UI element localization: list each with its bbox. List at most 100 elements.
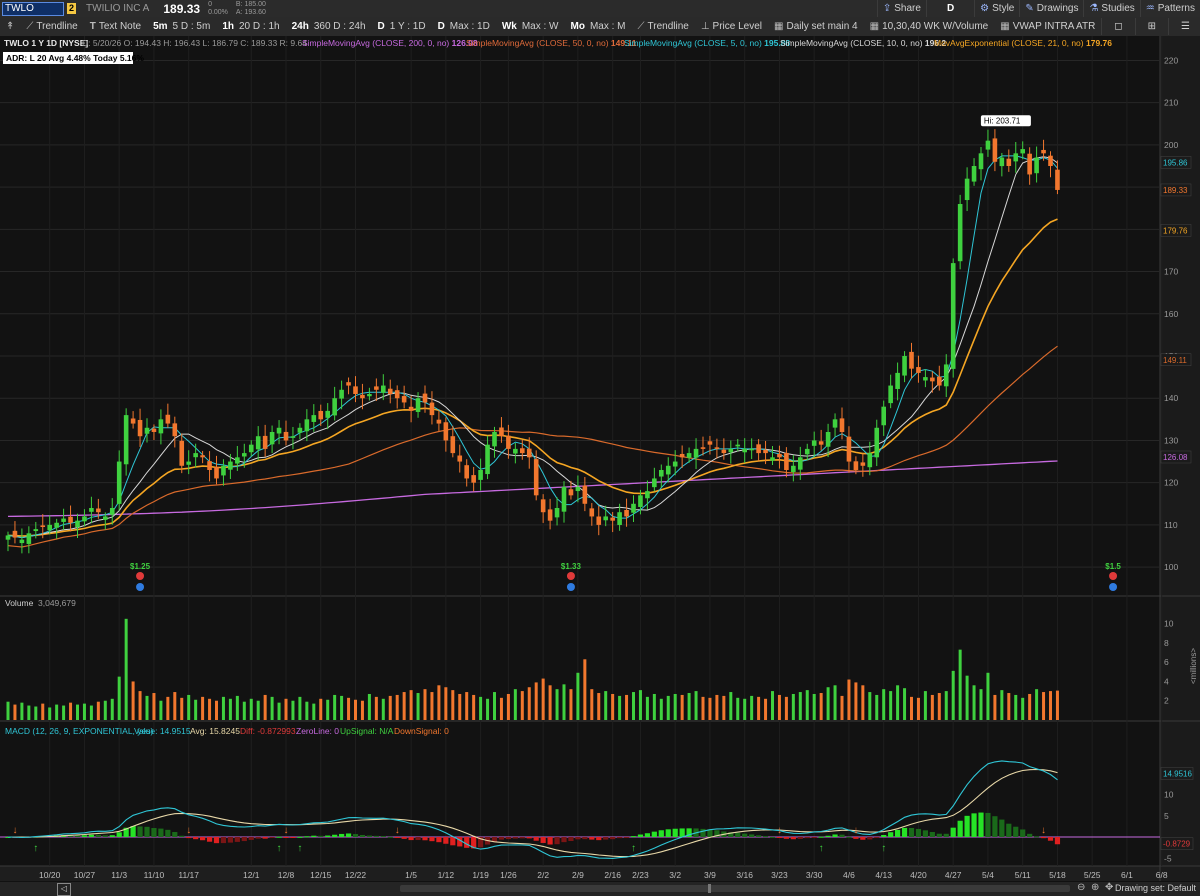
zoom-out-icon[interactable]: ⊖ bbox=[1077, 882, 1085, 893]
scrollbar-thumb[interactable] bbox=[708, 884, 711, 893]
dividend-marker-icon[interactable] bbox=[136, 583, 145, 591]
symbol-input[interactable]: TWLO bbox=[2, 1, 64, 16]
macd-histogram-bar bbox=[137, 826, 143, 837]
macd-histogram-bar bbox=[804, 837, 810, 839]
trendline-tool-2[interactable]: ⟋ Trendline bbox=[632, 21, 695, 32]
volume-bar bbox=[847, 679, 851, 720]
candle-body bbox=[714, 447, 720, 449]
study-sma200-label[interactable]: SimpleMovingAvg (CLOSE, 200, 0, no) 126.… bbox=[302, 38, 478, 48]
date-tick-label: 3/2 bbox=[669, 870, 681, 880]
candle-body bbox=[1041, 149, 1046, 154]
settings-button[interactable]: ☰ bbox=[1168, 18, 1200, 35]
candle-body bbox=[867, 453, 873, 468]
date-tick-label: 3/23 bbox=[771, 870, 788, 880]
price-level-tool[interactable]: ⊥ Price Level bbox=[695, 21, 768, 32]
square-icon: ◻ bbox=[1114, 21, 1123, 32]
text-note-tool[interactable]: T Text Note bbox=[84, 21, 147, 32]
volume-bar bbox=[499, 697, 503, 720]
chevron-left-icon: ◁ bbox=[60, 884, 68, 893]
macd-histogram-bar bbox=[783, 837, 789, 839]
vwap-button[interactable]: ▦ VWAP INTRA ATR bbox=[994, 21, 1101, 32]
candle-body bbox=[492, 432, 497, 447]
earnings-marker-icon[interactable] bbox=[566, 572, 575, 580]
macd-histogram-bar bbox=[255, 837, 261, 839]
patterns-button[interactable]: ♒ Patterns bbox=[1139, 0, 1200, 17]
study-sma50-label[interactable]: SimpleMovingAvg (CLOSE, 50, 0, no) 149.1… bbox=[466, 38, 637, 48]
study-sma5-label[interactable]: SimpleMovingAvg (CLOSE, 5, 0, no) 195.86 bbox=[624, 38, 790, 48]
macd-histogram-bar bbox=[658, 830, 664, 837]
chart-area[interactable]: ↓↑↓↑↓↑↓↑↓↑↓↑↓ 22021020019018017016015014… bbox=[0, 36, 1200, 882]
date-tick-label: 5/4 bbox=[982, 870, 994, 880]
volume-bar bbox=[562, 684, 566, 720]
down-arrow-icon: ↓ bbox=[1041, 825, 1046, 836]
macd-histogram-bar bbox=[248, 837, 254, 840]
macd-histogram-bar bbox=[915, 828, 922, 837]
timeframe-max-w[interactable]: Wk Max : W bbox=[496, 21, 565, 32]
timeframe-max-1d[interactable]: D Max : 1D bbox=[432, 21, 496, 32]
macd-histogram-bar bbox=[679, 828, 685, 837]
grid-icon: ▦ bbox=[774, 21, 784, 32]
down-arrow-icon: ↓ bbox=[12, 825, 17, 836]
candle-body bbox=[1006, 158, 1012, 166]
daily-set-button[interactable]: ▦ Daily set main 4 bbox=[768, 21, 864, 32]
timeframe-360d-24h[interactable]: 24h 360 D : 24h bbox=[286, 21, 372, 32]
link-group-badge[interactable]: 2 bbox=[67, 3, 77, 14]
drawing-set-label[interactable]: Drawing set: Default bbox=[1115, 883, 1196, 893]
timeframe-max-m[interactable]: Mo Max : M bbox=[564, 21, 631, 32]
candle-body bbox=[589, 508, 595, 517]
volume-bar bbox=[937, 693, 941, 720]
high-label: Hi: 203.71 bbox=[984, 117, 1021, 126]
macd-histogram-bar bbox=[540, 837, 546, 843]
macd-histogram-bar bbox=[366, 835, 372, 837]
date-tick-label: 12/1 bbox=[243, 870, 260, 880]
macd-tick-label: 10 bbox=[1164, 790, 1174, 800]
studies-button[interactable]: ⚗ Studies bbox=[1083, 0, 1139, 17]
candle-body bbox=[693, 448, 699, 458]
volume-bar bbox=[423, 689, 427, 720]
trendline-tool[interactable]: ⟋ Trendline bbox=[20, 21, 83, 32]
study-sma10-label[interactable]: SimpleMovingAvg (CLOSE, 10, 0, no) 196.2 bbox=[780, 38, 946, 48]
price-tag-label: 179.76 bbox=[1163, 226, 1188, 235]
weekly-volume-button[interactable]: ▦ 10,30,40 WK W/Volume bbox=[864, 21, 995, 32]
timeframe-5d-5m[interactable]: 5m 5 D : 5m bbox=[147, 21, 216, 32]
candle-body bbox=[339, 389, 344, 399]
volume-bar bbox=[764, 698, 768, 720]
timeframe-20d-1h[interactable]: 1h 20 D : 1h bbox=[216, 21, 285, 32]
macd-histogram-bar bbox=[130, 826, 136, 837]
style-button[interactable]: ⚙ Style bbox=[974, 0, 1019, 17]
volume-bar bbox=[777, 694, 781, 720]
drawings-button[interactable]: ✎ Drawings bbox=[1019, 0, 1083, 17]
candle-body bbox=[464, 465, 469, 479]
share-button[interactable]: ⇪ Share bbox=[876, 0, 926, 17]
chart-toolbar: ↟ ⟋ Trendline T Text Note 5m 5 D : 5m 1h 20 … bbox=[0, 17, 1200, 37]
macd-histogram-bar bbox=[957, 820, 963, 837]
volume-bar bbox=[117, 676, 121, 720]
dividend-marker-icon[interactable] bbox=[1109, 583, 1118, 591]
cursor-tool[interactable]: ↟ bbox=[0, 21, 20, 32]
volume-bar bbox=[145, 695, 149, 720]
zoom-in-icon[interactable]: ⊕ bbox=[1091, 882, 1099, 893]
single-layout-button[interactable]: ◻ bbox=[1101, 18, 1134, 35]
study-ema21-label[interactable]: MovAvgExponential (CLOSE, 21, 0, no) 179… bbox=[934, 38, 1112, 48]
timeframe-1y-1d[interactable]: D1 Y : 1D bbox=[372, 21, 432, 32]
pan-icon[interactable]: ✥ bbox=[1105, 882, 1113, 893]
scroll-left-button[interactable]: ◁ bbox=[57, 883, 71, 896]
volume-bar bbox=[805, 690, 809, 720]
candle-body bbox=[436, 419, 442, 424]
earnings-marker-icon[interactable] bbox=[136, 572, 145, 580]
candle-body bbox=[26, 533, 32, 544]
macd-histogram-bar bbox=[901, 827, 908, 837]
timeframe-letter[interactable]: D bbox=[925, 0, 974, 17]
earnings-marker-icon[interactable] bbox=[1109, 572, 1118, 580]
dividend-marker-icon[interactable] bbox=[566, 583, 575, 591]
volume-bar bbox=[465, 692, 469, 720]
adr-label: ADR: L 20 Avg 4.48% Today 5.16% bbox=[6, 53, 144, 63]
grid-layout-button[interactable]: ⊞ bbox=[1134, 18, 1168, 35]
volume-bar bbox=[826, 687, 830, 720]
candle-body bbox=[533, 459, 539, 496]
macd-histogram-bar bbox=[213, 837, 220, 844]
macd-panel[interactable] bbox=[0, 721, 1160, 866]
chart-scrollbar[interactable] bbox=[400, 885, 1070, 892]
volume-bar bbox=[55, 704, 59, 720]
macd-histogram-bar bbox=[895, 829, 901, 837]
